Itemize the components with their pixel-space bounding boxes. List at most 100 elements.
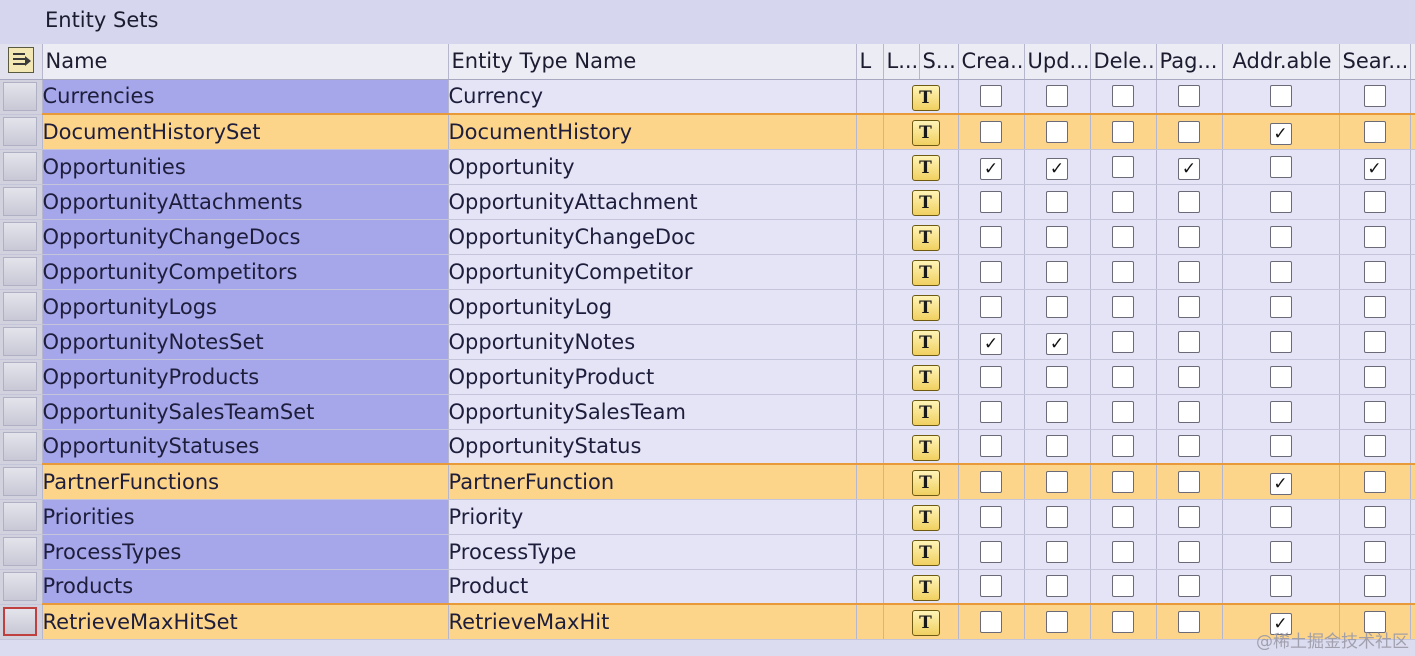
- update-checkbox[interactable]: [1046, 505, 1068, 528]
- page-checkbox[interactable]: [1178, 85, 1200, 108]
- text-label-icon[interactable]: T: [911, 155, 940, 181]
- create-checkbox[interactable]: [980, 295, 1002, 318]
- row-selector-button[interactable]: [3, 397, 37, 426]
- create-checkbox[interactable]: [980, 365, 1002, 388]
- text-label-icon[interactable]: T: [911, 365, 940, 391]
- row-selector-button[interactable]: [3, 222, 37, 251]
- text-label-icon[interactable]: T: [911, 434, 940, 461]
- page-checkbox[interactable]: ✓: [1178, 158, 1200, 180]
- table-row[interactable]: DocumentHistorySet DocumentHistory T ✓: [0, 113, 1415, 150]
- row-selector[interactable]: [0, 394, 43, 430]
- entity-set-name[interactable]: DocumentHistorySet: [42, 113, 449, 150]
- addressable-checkbox[interactable]: [1269, 225, 1292, 248]
- addressable-checkbox[interactable]: [1269, 85, 1292, 108]
- row-selector-button[interactable]: [3, 502, 37, 531]
- addressable-checkbox[interactable]: [1269, 330, 1292, 353]
- create-checkbox[interactable]: [980, 540, 1002, 563]
- text-label-icon[interactable]: T: [911, 400, 940, 426]
- label-cell[interactable]: T: [883, 463, 959, 500]
- addressable-checkbox[interactable]: [1269, 365, 1292, 388]
- create-checkbox[interactable]: [980, 225, 1002, 248]
- text-label-icon[interactable]: T: [911, 610, 940, 637]
- entity-set-name[interactable]: OpportunityProducts: [42, 359, 449, 395]
- row-selector[interactable]: [0, 463, 43, 500]
- text-label-icon[interactable]: T: [911, 120, 940, 147]
- update-checkbox[interactable]: [1046, 120, 1068, 143]
- search-checkbox[interactable]: [1363, 435, 1386, 458]
- update-checkbox[interactable]: [1046, 85, 1068, 108]
- row-selector-button[interactable]: [3, 537, 37, 566]
- column-header-create[interactable]: Crea...: [958, 44, 1025, 80]
- delete-checkbox[interactable]: [1112, 575, 1134, 598]
- row-selector[interactable]: [0, 79, 43, 115]
- update-checkbox[interactable]: [1046, 190, 1068, 213]
- update-checkbox[interactable]: [1046, 575, 1068, 598]
- entity-set-name[interactable]: ProcessTypes: [42, 534, 449, 570]
- row-selector[interactable]: [0, 324, 43, 360]
- addressable-checkbox[interactable]: [1269, 400, 1292, 423]
- delete-checkbox[interactable]: [1112, 260, 1134, 283]
- table-row[interactable]: Opportunities Opportunity T ✓ ✓ ✓ ✓: [0, 149, 1415, 185]
- entity-set-name[interactable]: Opportunities: [42, 149, 449, 185]
- label-cell[interactable]: T: [883, 149, 959, 185]
- table-row[interactable]: Products Product T: [0, 569, 1415, 605]
- delete-checkbox[interactable]: [1112, 470, 1134, 493]
- table-row[interactable]: OpportunityAttachments OpportunityAttachm…: [0, 184, 1415, 220]
- table-row[interactable]: RetrieveMaxHitSet RetrieveMaxHit T ✓: [0, 603, 1415, 640]
- page-checkbox[interactable]: [1178, 295, 1200, 318]
- delete-checkbox[interactable]: [1112, 400, 1134, 423]
- row-selector-button[interactable]: [3, 572, 37, 601]
- row-selector[interactable]: [0, 499, 43, 535]
- row-selector-button[interactable]: [3, 82, 37, 111]
- delete-checkbox[interactable]: [1112, 155, 1134, 178]
- text-label-icon[interactable]: T: [911, 225, 940, 251]
- create-checkbox[interactable]: [980, 505, 1002, 528]
- delete-checkbox[interactable]: [1112, 190, 1134, 213]
- entity-type-name[interactable]: OpportunityStatus: [448, 429, 857, 465]
- create-checkbox[interactable]: [980, 190, 1002, 213]
- delete-checkbox[interactable]: [1112, 505, 1134, 528]
- row-selector-button[interactable]: [3, 187, 37, 216]
- entity-type-name[interactable]: Opportunity: [448, 149, 857, 185]
- addressable-checkbox[interactable]: ✓: [1269, 123, 1292, 146]
- label-cell[interactable]: T: [883, 113, 959, 150]
- row-selector-button[interactable]: [3, 432, 37, 461]
- label-cell[interactable]: T: [883, 254, 959, 290]
- entity-set-name[interactable]: OpportunityChangeDocs: [42, 219, 449, 255]
- addressable-checkbox[interactable]: [1269, 155, 1292, 178]
- label-cell[interactable]: T: [883, 359, 959, 395]
- create-checkbox[interactable]: [980, 85, 1002, 108]
- row-selector-button[interactable]: [3, 607, 37, 636]
- search-checkbox[interactable]: [1363, 365, 1386, 388]
- page-checkbox[interactable]: [1178, 575, 1200, 598]
- page-checkbox[interactable]: [1178, 610, 1200, 633]
- create-checkbox[interactable]: [980, 610, 1002, 633]
- column-header-update[interactable]: Upd...: [1024, 44, 1091, 80]
- row-selector[interactable]: [0, 359, 43, 395]
- table-row[interactable]: PartnerFunctions PartnerFunction T ✓: [0, 463, 1415, 500]
- entity-set-name[interactable]: OpportunityCompetitors: [42, 254, 449, 290]
- entity-set-name[interactable]: Currencies: [42, 79, 449, 115]
- delete-checkbox[interactable]: [1112, 365, 1134, 388]
- addressable-checkbox[interactable]: [1269, 295, 1292, 318]
- search-checkbox[interactable]: [1363, 120, 1386, 143]
- create-checkbox[interactable]: ✓: [980, 158, 1002, 180]
- table-row[interactable]: OpportunityChangeDocs OpportunityChangeDo…: [0, 219, 1415, 255]
- label-cell[interactable]: T: [883, 429, 959, 465]
- search-checkbox[interactable]: [1363, 85, 1386, 108]
- table-row[interactable]: Currencies Currency T: [0, 79, 1415, 115]
- label-cell[interactable]: T: [883, 603, 959, 640]
- column-layout-button[interactable]: [0, 44, 43, 80]
- create-checkbox[interactable]: [980, 120, 1002, 143]
- label-cell[interactable]: T: [883, 569, 959, 605]
- label-cell[interactable]: T: [883, 184, 959, 220]
- column-header-page[interactable]: Pag...: [1156, 44, 1223, 80]
- create-checkbox[interactable]: [980, 400, 1002, 423]
- entity-type-name[interactable]: OpportunityAttachment: [448, 184, 857, 220]
- entity-type-name[interactable]: Currency: [448, 79, 857, 115]
- row-selector-button[interactable]: [3, 292, 37, 321]
- delete-checkbox[interactable]: [1112, 85, 1134, 108]
- text-label-icon[interactable]: T: [911, 84, 940, 111]
- delete-checkbox[interactable]: [1112, 435, 1134, 458]
- entity-type-name[interactable]: RetrieveMaxHit: [448, 603, 857, 640]
